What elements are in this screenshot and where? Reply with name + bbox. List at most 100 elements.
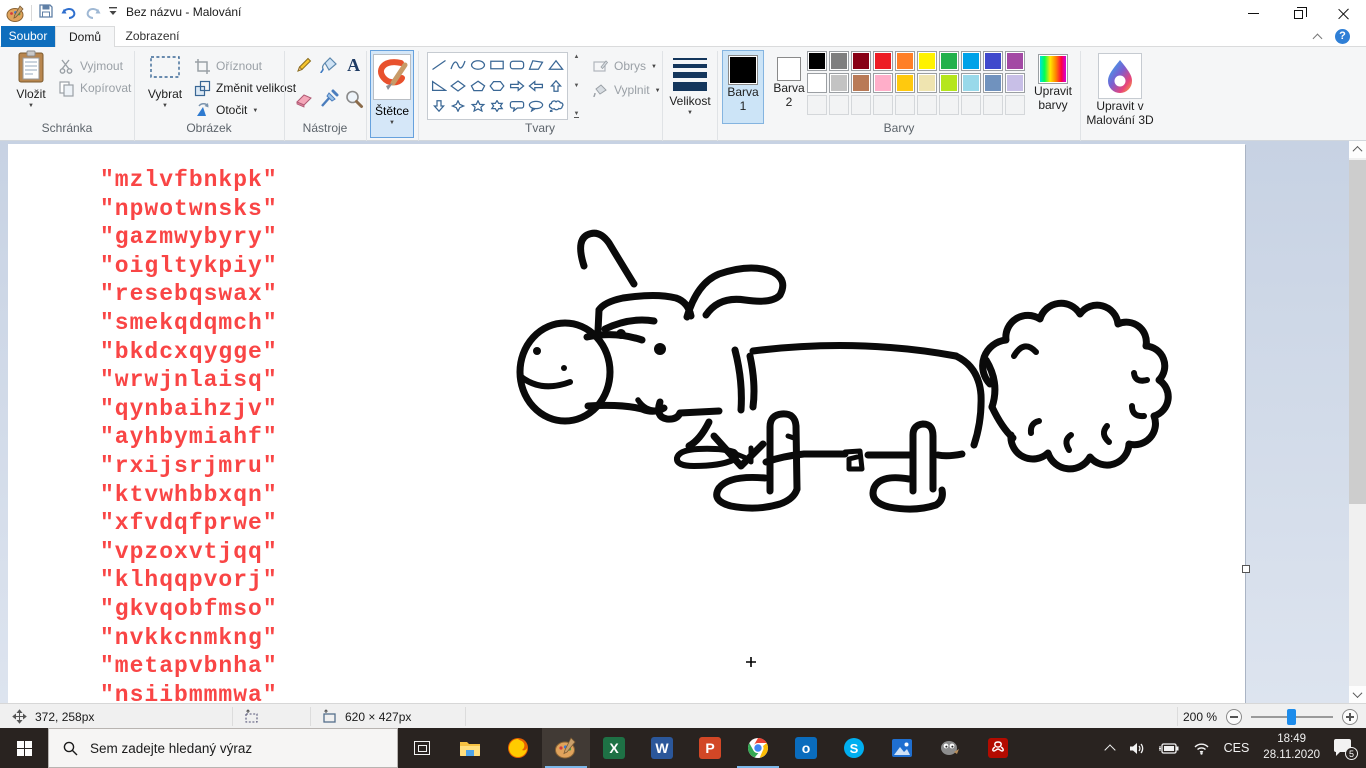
outline-button[interactable]: Obrys ▼ xyxy=(592,56,657,76)
start-button[interactable] xyxy=(0,728,48,768)
taskbar-app-firefox[interactable] xyxy=(494,728,542,768)
taskbar-app-acrobat[interactable] xyxy=(974,728,1022,768)
palette-swatch[interactable] xyxy=(873,51,893,71)
close-button[interactable] xyxy=(1321,0,1366,26)
palette-swatch[interactable] xyxy=(895,51,915,71)
clock[interactable]: 18:49 28.11.2020 xyxy=(1263,732,1320,763)
taskbar-app-skype[interactable]: S xyxy=(830,728,878,768)
palette-swatch-empty[interactable] xyxy=(851,95,871,115)
palette-swatch[interactable] xyxy=(873,73,893,93)
palette-swatch[interactable] xyxy=(829,73,849,93)
shape-arrow-down-icon[interactable] xyxy=(429,96,448,116)
taskbar-app-word[interactable]: W xyxy=(638,728,686,768)
taskbar-app-gimp[interactable] xyxy=(926,728,974,768)
color-picker-tool[interactable] xyxy=(319,89,339,115)
shape-rectangle-icon[interactable] xyxy=(488,55,507,75)
eraser-tool[interactable] xyxy=(294,89,314,115)
palette-swatch-empty[interactable] xyxy=(961,95,981,115)
canvas-resize-handle[interactable] xyxy=(1242,565,1250,573)
save-button[interactable] xyxy=(38,3,54,24)
palette-swatch[interactable] xyxy=(983,73,1003,93)
zoom-in-button[interactable] xyxy=(1342,709,1358,725)
palette-swatch[interactable] xyxy=(1005,51,1025,71)
shape-arrow-left-icon[interactable] xyxy=(527,76,546,96)
palette-swatch[interactable] xyxy=(807,73,827,93)
palette-swatch-empty[interactable] xyxy=(829,95,849,115)
color1-button[interactable]: Barva 1 xyxy=(722,50,764,124)
tab-soubor[interactable]: Soubor xyxy=(1,26,55,47)
magnifier-tool[interactable] xyxy=(344,89,364,115)
tab-domu[interactable]: Domů xyxy=(55,26,115,47)
shapes-expand[interactable]: ▼ xyxy=(574,111,580,118)
fill-tool[interactable] xyxy=(319,55,339,81)
zoom-slider-thumb[interactable] xyxy=(1287,709,1296,725)
shape-star-5-icon[interactable] xyxy=(468,96,487,116)
copy-button[interactable]: Kopírovat xyxy=(58,78,131,98)
taskbar-search-box[interactable]: Sem zadejte hledaný výraz xyxy=(48,728,398,768)
taskbar-app-paint[interactable] xyxy=(542,728,590,768)
palette-swatch-empty[interactable] xyxy=(917,95,937,115)
palette-swatch[interactable] xyxy=(807,51,827,71)
palette-swatch[interactable] xyxy=(939,73,959,93)
minimize-button[interactable] xyxy=(1231,0,1276,26)
shape-hexagon-icon[interactable] xyxy=(488,76,507,96)
shape-polygon-icon[interactable] xyxy=(527,55,546,75)
pencil-tool[interactable] xyxy=(294,55,314,81)
scroll-down-button[interactable] xyxy=(1349,686,1366,703)
palette-swatch[interactable] xyxy=(961,73,981,93)
resize-button[interactable]: Změnit velikost xyxy=(194,78,296,98)
edit-colors-button[interactable]: Upravit barvy xyxy=(1030,50,1076,124)
palette-swatch[interactable] xyxy=(917,51,937,71)
color2-button[interactable]: Barva 2 xyxy=(768,50,810,124)
shape-ellipse-icon[interactable] xyxy=(468,55,487,75)
taskbar-app-excel[interactable]: X xyxy=(590,728,638,768)
palette-swatch-empty[interactable] xyxy=(807,95,827,115)
shape-star-4-icon[interactable] xyxy=(449,96,468,116)
taskbar-app-photos[interactable] xyxy=(878,728,926,768)
shape-arrow-up-icon[interactable] xyxy=(546,76,565,96)
palette-swatch[interactable] xyxy=(939,51,959,71)
palette-swatch[interactable] xyxy=(961,51,981,71)
shape-line-icon[interactable] xyxy=(429,55,448,75)
scrollbar-thumb[interactable] xyxy=(1349,160,1366,504)
palette-swatch-empty[interactable] xyxy=(895,95,915,115)
shape-arrow-right-icon[interactable] xyxy=(507,76,526,96)
shape-triangle-icon[interactable] xyxy=(546,55,565,75)
help-button[interactable]: ? xyxy=(1335,29,1350,44)
palette-swatch[interactable] xyxy=(829,51,849,71)
taskbar-app-chrome[interactable] xyxy=(734,728,782,768)
palette-swatch[interactable] xyxy=(917,73,937,93)
palette-swatch[interactable] xyxy=(1005,73,1025,93)
shapes-scroll-down[interactable]: ▼ xyxy=(574,83,580,89)
rotate-button[interactable]: Otočit ▼ xyxy=(194,100,258,120)
volume-icon[interactable] xyxy=(1128,741,1145,756)
shape-callout-rounded-icon[interactable] xyxy=(507,96,526,116)
taskbar-app-outlook[interactable]: o xyxy=(782,728,830,768)
restore-button[interactable] xyxy=(1276,0,1321,26)
minimize-ribbon-button[interactable] xyxy=(1313,32,1322,41)
shapes-scroll-up[interactable]: ▲ xyxy=(574,54,580,60)
zoom-slider[interactable] xyxy=(1251,709,1333,725)
vertical-scrollbar[interactable] xyxy=(1349,141,1366,703)
shape-diamond-icon[interactable] xyxy=(449,76,468,96)
shape-callout-cloud-icon[interactable] xyxy=(546,96,565,116)
text-tool[interactable]: A xyxy=(347,55,360,81)
shape-star-6-icon[interactable] xyxy=(488,96,507,116)
shape-curve-icon[interactable] xyxy=(449,55,468,75)
shape-rounded-rectangle-icon[interactable] xyxy=(507,55,526,75)
cut-button[interactable]: Vyjmout xyxy=(58,56,123,76)
edit-in-paint3d-button[interactable]: Upravit v Malování 3D xyxy=(1086,50,1154,138)
notification-center-button[interactable]: 5 xyxy=(1334,739,1356,757)
tab-zobrazeni[interactable]: Zobrazení xyxy=(115,26,190,47)
redo-button[interactable] xyxy=(84,5,102,21)
size-button[interactable]: Velikost ▼ xyxy=(667,50,713,138)
language-indicator[interactable]: CES xyxy=(1224,741,1250,755)
palette-swatch-empty[interactable] xyxy=(983,95,1003,115)
shape-callout-oval-icon[interactable] xyxy=(527,96,546,116)
palette-swatch[interactable] xyxy=(851,73,871,93)
wifi-icon[interactable] xyxy=(1193,742,1210,755)
palette-swatch-empty[interactable] xyxy=(1005,95,1025,115)
fill-shape-button[interactable]: Vyplnit ▼ xyxy=(592,80,661,100)
battery-icon[interactable] xyxy=(1159,742,1179,755)
undo-button[interactable] xyxy=(60,5,78,21)
